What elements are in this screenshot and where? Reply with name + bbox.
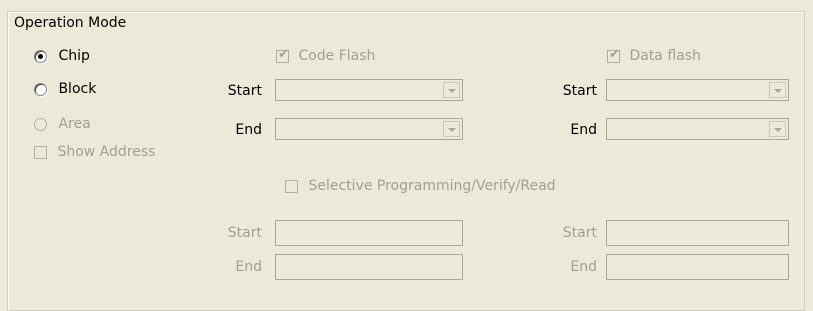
code-flash-end-label: End xyxy=(235,122,262,138)
code-flash-end-combo xyxy=(275,118,463,140)
chevron-down-icon xyxy=(443,121,460,137)
code-flash-checkbox: ✔ xyxy=(276,46,289,63)
data-flash-row: ✔ Data flash xyxy=(607,46,701,64)
selective-right-end-field xyxy=(606,254,789,280)
selective-label: Selective Programming/Verify/Read xyxy=(308,178,556,194)
data-flash-end-combo xyxy=(606,118,789,140)
data-flash-start-combo xyxy=(606,79,789,101)
chevron-down-icon xyxy=(769,82,786,98)
block-label: Block xyxy=(58,81,97,97)
data-flash-start-label: Start xyxy=(562,83,597,99)
chip-radio-row[interactable]: Chip xyxy=(34,48,90,64)
data-flash-end-label: End xyxy=(570,122,597,138)
chip-label: Chip xyxy=(58,48,90,64)
block-radio-row[interactable]: Block xyxy=(34,81,96,97)
chevron-down-icon xyxy=(443,82,460,98)
show-address-row: Show Address xyxy=(34,144,155,160)
selective-right-end-label: End xyxy=(570,259,597,275)
show-address-checkbox xyxy=(34,145,47,159)
selective-right-start-field xyxy=(606,220,789,246)
selective-checkbox xyxy=(285,179,298,193)
selective-left-start-field xyxy=(275,220,463,246)
code-flash-start-label: Start xyxy=(227,83,262,99)
area-label: Area xyxy=(58,116,91,132)
data-flash-label: Data flash xyxy=(629,48,701,64)
selective-left-end-field xyxy=(275,254,463,280)
group-title: Operation Mode xyxy=(12,15,129,31)
show-address-label: Show Address xyxy=(57,144,156,160)
block-radio[interactable] xyxy=(34,82,47,96)
code-flash-start-combo xyxy=(275,79,463,101)
data-flash-checkbox: ✔ xyxy=(607,46,620,63)
chip-radio[interactable] xyxy=(34,49,47,63)
code-flash-label: Code Flash xyxy=(298,48,376,64)
area-radio-row: Area xyxy=(34,116,91,132)
selective-left-start-label: Start xyxy=(227,225,262,241)
chevron-down-icon xyxy=(769,121,786,137)
selective-left-end-label: End xyxy=(235,259,262,275)
selective-right-start-label: Start xyxy=(562,225,597,241)
selective-row: Selective Programming/Verify/Read xyxy=(285,178,556,194)
area-radio xyxy=(34,117,47,131)
code-flash-row: ✔ Code Flash xyxy=(276,46,376,64)
